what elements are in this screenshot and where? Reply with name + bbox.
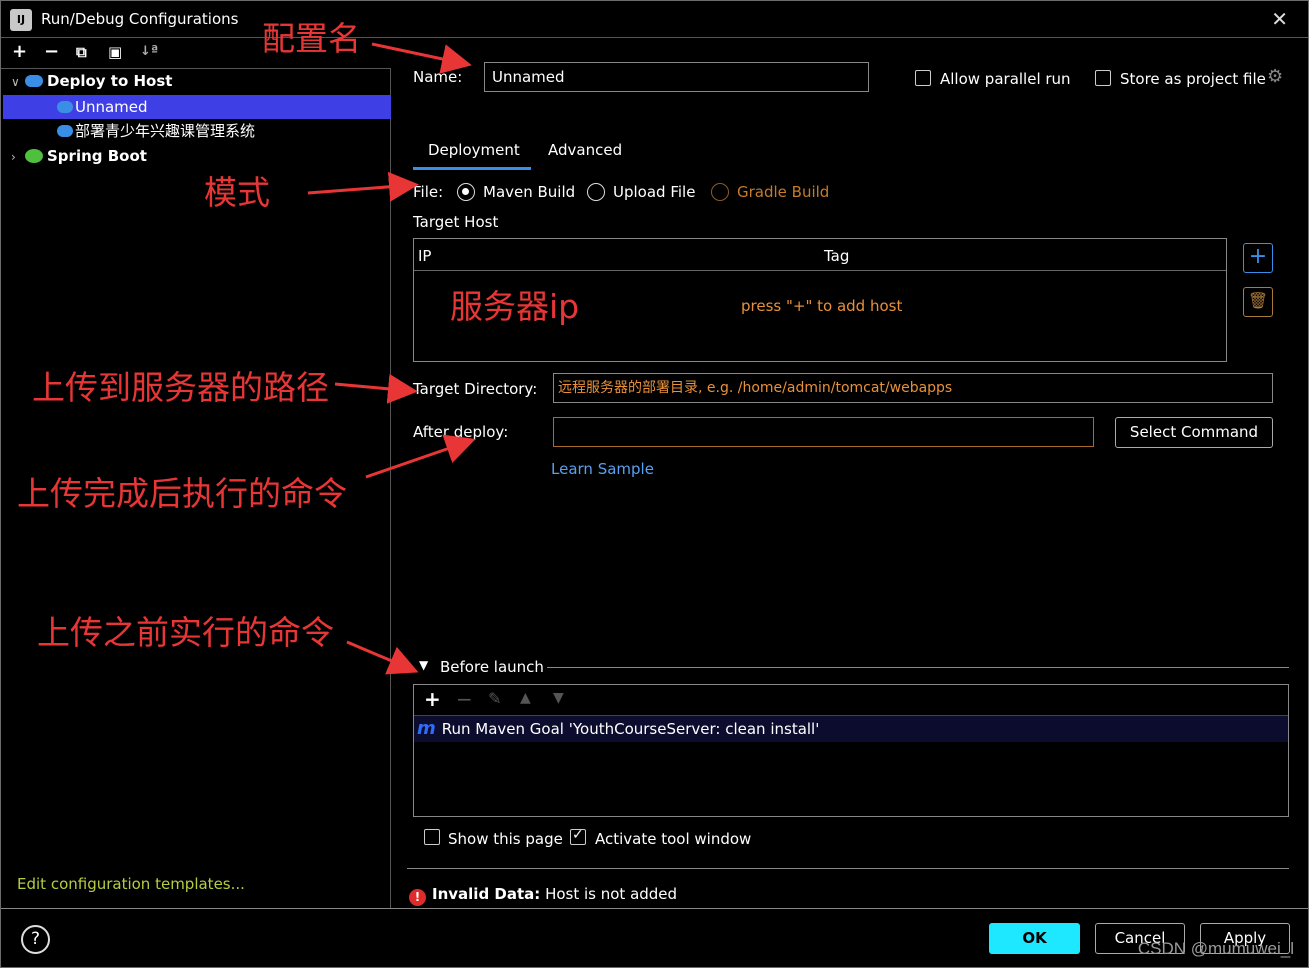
tree-item-unnamed[interactable]: Unnamed — [3, 95, 391, 119]
name-input[interactable]: Unnamed — [484, 62, 869, 92]
title-bar: IJ Run/Debug Configurations ✕ — [1, 1, 1308, 38]
upload-file-radio[interactable] — [587, 183, 605, 201]
remove-icon[interactable]: − — [44, 41, 59, 62]
add-host-button[interactable]: + — [1243, 243, 1273, 273]
target-directory-label: Target Directory: — [413, 380, 538, 398]
delete-host-icon[interactable]: 🗑 — [1243, 287, 1273, 317]
empty-table-hint: press "+" to add host — [741, 297, 903, 315]
activate-tool-window-checkbox[interactable] — [570, 827, 586, 845]
store-as-project-file-checkbox[interactable] — [1095, 70, 1111, 86]
bottom-divider — [1, 908, 1308, 909]
name-label: Name: — [413, 68, 463, 86]
close-icon[interactable]: ✕ — [1271, 7, 1288, 31]
copy-icon[interactable]: ⧉ — [76, 43, 87, 61]
maven-build-radio[interactable] — [457, 183, 475, 201]
annotation-upload-path: 上传到服务器的路径 — [32, 368, 329, 407]
maven-build-label: Maven Build — [483, 183, 576, 201]
show-this-page-label: Show this page — [448, 830, 563, 848]
before-launch-divider — [547, 667, 1289, 668]
select-command-button[interactable]: Select Command — [1115, 417, 1273, 448]
chevron-right-icon[interactable]: › — [11, 145, 25, 169]
error-icon: ! — [409, 889, 426, 906]
annotation-mode: 模式 — [204, 173, 270, 212]
tree-item-label: Unnamed — [75, 98, 148, 116]
cloud-error-icon — [57, 101, 73, 113]
show-this-page-checkbox[interactable] — [424, 829, 440, 845]
activate-tool-window-label: Activate tool window — [595, 830, 752, 848]
gradle-build-label: Gradle Build — [737, 183, 830, 201]
edit-templates-link[interactable]: Edit configuration templates... — [17, 875, 245, 893]
after-deploy-label: After deploy: — [413, 423, 509, 441]
cloud-icon — [57, 125, 73, 137]
after-deploy-input[interactable] — [553, 417, 1094, 447]
tree-group-label: Spring Boot — [47, 147, 147, 165]
help-icon[interactable]: ? — [21, 925, 50, 954]
tree-item-deploy-config[interactable]: 部署青少年兴趣课管理系统 — [57, 119, 255, 143]
learn-sample-link[interactable]: Learn Sample — [551, 460, 654, 478]
add-task-icon[interactable]: + — [424, 687, 441, 711]
before-launch-box: + − ✎ ▲ ▼ m Run Maven Goal 'YouthCourseSe… — [413, 684, 1289, 817]
annotation-config-name: 配置名 — [262, 19, 361, 58]
error-label: Invalid Data: — [432, 885, 541, 903]
annotation-after-upload-command: 上传完成后执行的命令 — [17, 474, 347, 513]
move-up-icon[interactable]: ▲ — [520, 690, 531, 706]
annotation-before-upload-command: 上传之前实行的命令 — [37, 613, 334, 652]
error-message: ! Invalid Data: Host is not added — [409, 885, 677, 906]
upload-file-label: Upload File — [613, 183, 696, 201]
active-tab-indicator — [413, 167, 531, 170]
gear-icon[interactable]: ⚙ — [1267, 66, 1283, 87]
annotation-server-ip: 服务器ip — [450, 287, 580, 326]
cloud-icon — [25, 75, 43, 87]
file-label: File: — [413, 183, 444, 201]
before-launch-task-row[interactable]: m Run Maven Goal 'YouthCourseServer: clea… — [414, 716, 1288, 742]
tab-deployment[interactable]: Deployment — [428, 141, 520, 159]
ok-button[interactable]: OK — [989, 923, 1080, 954]
sort-icon[interactable]: ↓ª — [140, 44, 158, 59]
edit-task-icon[interactable]: ✎ — [488, 689, 501, 708]
csdn-watermark: CSDN @mumuwei_l — [1137, 939, 1294, 958]
tree-group-label: Deploy to Host — [47, 72, 173, 90]
tree-group-deploy-to-host[interactable]: ∨ Deploy to Host — [11, 69, 172, 93]
gradle-build-radio[interactable] — [711, 183, 729, 201]
target-host-label: Target Host — [413, 213, 499, 231]
table-header: IP Tag — [414, 239, 1226, 271]
store-as-project-file-label: Store as project file — [1120, 70, 1266, 88]
spring-boot-icon — [25, 149, 43, 163]
remove-task-icon[interactable]: − — [456, 687, 473, 711]
tree-group-spring-boot[interactable]: › Spring Boot — [11, 144, 147, 168]
intellij-icon: IJ — [10, 9, 32, 31]
before-launch-toolbar: + − ✎ ▲ ▼ — [414, 685, 1288, 716]
target-directory-input[interactable]: 远程服务器的部署目录, e.g. /home/admin/tomcat/weba… — [553, 373, 1273, 403]
folder-add-icon[interactable]: ▣ — [108, 43, 122, 61]
tree-item-label: 部署青少年兴趣课管理系统 — [75, 122, 256, 140]
before-launch-label: Before launch — [440, 658, 544, 676]
maven-icon: m — [417, 718, 436, 739]
column-header-ip: IP — [418, 247, 432, 265]
move-down-icon[interactable]: ▼ — [553, 690, 564, 706]
column-header-tag: Tag — [824, 247, 850, 265]
allow-parallel-run-label: Allow parallel run — [940, 70, 1071, 88]
chevron-down-icon[interactable]: ∨ — [11, 70, 25, 94]
tab-advanced[interactable]: Advanced — [548, 141, 622, 159]
add-icon[interactable]: + — [12, 41, 27, 62]
task-label: Run Maven Goal 'YouthCourseServer: clean… — [441, 720, 820, 738]
window-title: Run/Debug Configurations — [41, 10, 239, 28]
allow-parallel-run-checkbox[interactable] — [915, 70, 931, 86]
collapse-arrow-icon[interactable]: ▼ — [419, 658, 428, 672]
error-divider — [407, 868, 1289, 869]
error-text: Host is not added — [545, 885, 678, 903]
